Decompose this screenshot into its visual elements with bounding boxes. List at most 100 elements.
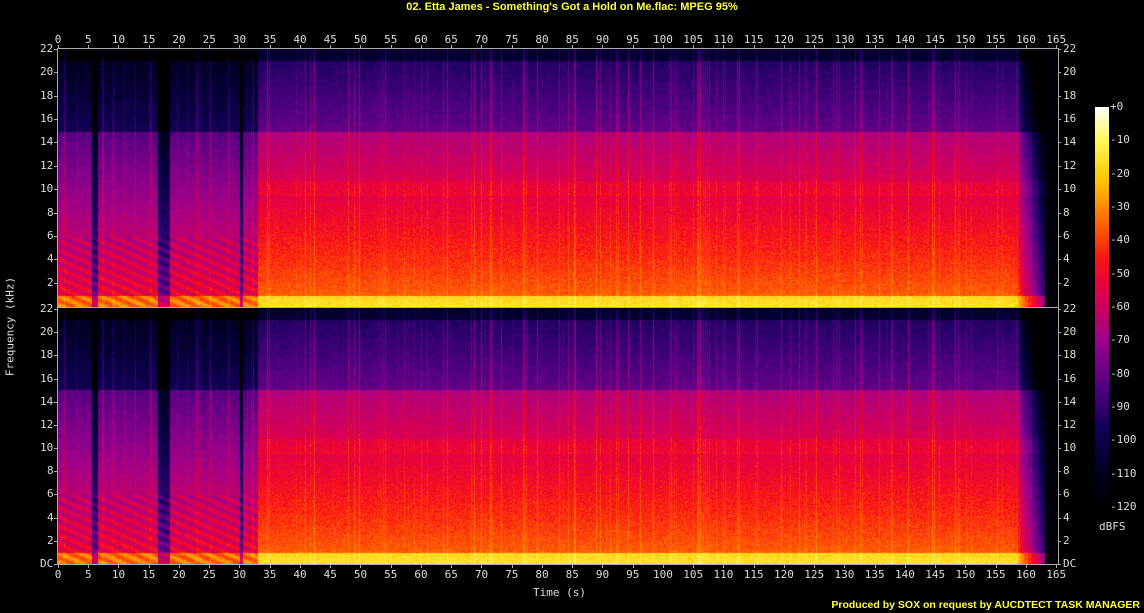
- colorbar-tick-label: -30: [1110, 200, 1130, 213]
- colorbar-tick-label: -90: [1110, 400, 1130, 413]
- x-tick-mark: [783, 565, 785, 568]
- x-tick-mark: [330, 565, 332, 568]
- colorbar-tick-label: -100: [1110, 433, 1137, 447]
- x-tick-mark: [783, 45, 785, 48]
- x-tick-mark: [995, 45, 997, 48]
- x-tick-mark: [390, 45, 392, 48]
- y-tick-label-right: 10: [1063, 182, 1077, 196]
- spectrogram-left-channel: [57, 48, 1059, 308]
- x-tick-mark: [58, 45, 59, 48]
- y-tick-mark: [1058, 95, 1061, 97]
- y-tick-mark: [54, 540, 57, 542]
- colorbar-tick-label: -60: [1110, 300, 1130, 313]
- x-tick-label-bottom: 160: [1016, 568, 1036, 581]
- y-tick-label-right: 8: [1063, 464, 1070, 478]
- y-tick-label-left: 22: [40, 302, 54, 315]
- y-tick-label-right: 18: [1063, 348, 1077, 362]
- x-tick-mark: [239, 45, 241, 48]
- x-tick-label-bottom: 65: [444, 568, 458, 581]
- x-tick-label-bottom: 75: [505, 568, 519, 581]
- y-tick-label-left: DC: [40, 557, 54, 570]
- x-tick-mark: [541, 565, 543, 568]
- y-tick-mark: [1058, 142, 1061, 144]
- y-tick-mark: [54, 355, 57, 357]
- x-tick-label-bottom: 110: [713, 568, 734, 581]
- y-tick-mark: [54, 494, 57, 496]
- x-tick-label-bottom: 25: [202, 568, 216, 581]
- x-tick-mark: [390, 565, 392, 568]
- x-tick-label-bottom: 125: [804, 568, 825, 581]
- x-tick-mark: [814, 45, 816, 48]
- y-tick-mark: [54, 72, 57, 74]
- y-tick-label-right: 20: [1063, 325, 1077, 339]
- y-tick-mark: [1058, 517, 1061, 519]
- x-tick-label-bottom: 95: [626, 568, 640, 581]
- x-tick-mark: [723, 565, 725, 568]
- x-tick-mark: [662, 565, 664, 568]
- x-tick-label-bottom: 45: [323, 568, 337, 581]
- x-tick-mark: [511, 45, 513, 48]
- x-tick-mark: [88, 565, 90, 568]
- x-tick-mark: [632, 565, 634, 568]
- x-tick-mark: [299, 45, 301, 48]
- y-tick-label-right: DC: [1063, 557, 1077, 570]
- y-tick-mark: [1058, 332, 1061, 334]
- y-tick-mark: [54, 95, 57, 97]
- y-tick-label-right: 6: [1063, 487, 1070, 501]
- colorbar-tick-label: -120: [1110, 500, 1137, 513]
- colorbar-tick-label: -80: [1110, 366, 1130, 380]
- y-tick-mark: [54, 165, 57, 167]
- x-axis-label: Time (s): [533, 586, 586, 599]
- x-tick-mark: [451, 45, 453, 48]
- x-tick-label-bottom: 20: [172, 568, 186, 581]
- x-tick-mark: [420, 565, 422, 568]
- y-tick-label-right: 14: [1063, 394, 1077, 408]
- y-tick-mark: [54, 471, 57, 473]
- x-tick-label-bottom: 100: [653, 568, 673, 581]
- x-tick-mark: [299, 565, 301, 568]
- colorbar-label: dBFS: [1099, 520, 1126, 533]
- x-tick-mark: [995, 565, 997, 568]
- x-tick-mark: [209, 565, 211, 568]
- y-tick-mark: [1058, 119, 1061, 121]
- y-tick-label-left: 8: [47, 205, 54, 219]
- x-tick-mark: [874, 45, 876, 48]
- y-tick-mark: [54, 378, 57, 380]
- x-tick-mark: [269, 45, 271, 48]
- y-tick-mark: [1058, 401, 1061, 403]
- y-tick-label-right: 2: [1063, 533, 1070, 547]
- x-tick-mark: [1025, 45, 1027, 48]
- y-tick-mark: [1058, 540, 1061, 542]
- x-tick-mark: [602, 45, 604, 48]
- x-tick-mark: [693, 45, 695, 48]
- x-tick-label-bottom: 130: [834, 568, 855, 581]
- x-tick-label-bottom: 40: [293, 568, 307, 581]
- y-tick-label-left: 14: [40, 394, 54, 408]
- y-tick-mark: [54, 332, 57, 334]
- y-tick-mark: [1058, 494, 1061, 496]
- y-tick-label-right: 12: [1063, 158, 1077, 172]
- y-tick-mark: [1058, 165, 1061, 167]
- x-tick-mark: [632, 45, 634, 48]
- y-tick-mark: [1058, 49, 1061, 50]
- y-tick-mark: [54, 282, 57, 284]
- x-tick-mark: [451, 565, 453, 568]
- colorbar-tick-label: -20: [1110, 166, 1130, 180]
- x-tick-mark: [693, 565, 695, 568]
- x-tick-mark: [965, 45, 967, 48]
- y-tick-label-left: 14: [40, 135, 54, 149]
- y-tick-label-right: 22: [1063, 42, 1077, 55]
- y-tick-label-left: 4: [47, 252, 54, 266]
- y-tick-label-left: 6: [47, 228, 54, 242]
- x-tick-label-bottom: 30: [232, 568, 247, 581]
- colorbar-tick-label: -50: [1110, 266, 1130, 280]
- x-tick-mark: [209, 45, 211, 48]
- y-tick-label-left: 2: [47, 533, 54, 547]
- colorbar-tick-label: -40: [1110, 233, 1130, 247]
- y-tick-label-right: 12: [1063, 417, 1077, 431]
- x-tick-mark: [360, 45, 362, 48]
- y-tick-label-left: 22: [40, 42, 54, 55]
- x-tick-mark: [1025, 565, 1027, 568]
- y-tick-label-left: 16: [40, 371, 54, 385]
- y-tick-label-left: 18: [40, 348, 54, 362]
